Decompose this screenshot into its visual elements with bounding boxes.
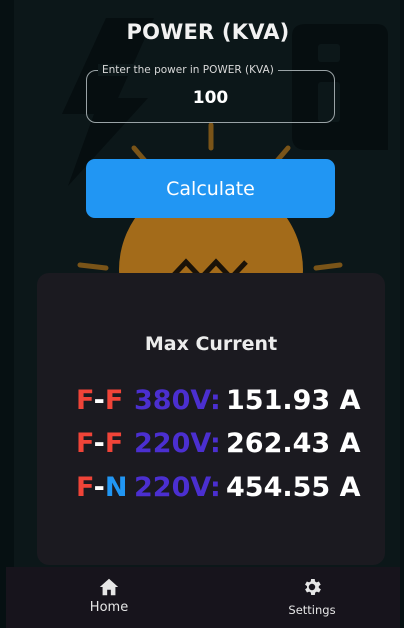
- result-row: F-F 220V: 262.43 A: [76, 428, 361, 462]
- home-icon: [99, 578, 119, 596]
- result-title: Max Current: [144, 333, 278, 355]
- nav-label-home: Home: [89, 600, 129, 615]
- calculate-button[interactable]: Calculate: [86, 159, 335, 218]
- phase-label: F-N: [76, 472, 128, 503]
- power-input-field[interactable]: Enter the power in POWER (KVA) 100: [86, 64, 335, 123]
- phase-label: F-F: [76, 428, 124, 459]
- power-input-value[interactable]: 100: [87, 88, 334, 108]
- bottom-navigation: Home Settings: [6, 567, 400, 628]
- nav-label-settings: Settings: [288, 603, 336, 617]
- phase-label: F-F: [76, 385, 124, 416]
- nav-item-home[interactable]: Home: [39, 567, 179, 628]
- gear-icon: [305, 579, 321, 595]
- voltage-label: 220V:: [134, 472, 221, 503]
- power-input-label: Enter the power in POWER (KVA): [98, 64, 278, 76]
- result-row: F-N 220V: 454.55 A: [76, 472, 361, 506]
- current-value: 262.43 A: [226, 428, 361, 459]
- result-card: Max Current F-F 380V: 151.93 A F-F 220V:…: [37, 273, 385, 565]
- result-row: F-F 380V: 151.93 A: [76, 385, 361, 419]
- nav-item-settings[interactable]: Settings: [242, 567, 382, 628]
- voltage-label: 380V:: [134, 385, 221, 416]
- app-screen: POWER (KVA) Enter the power in POWER (KV…: [0, 0, 404, 628]
- page-title: POWER (KVA): [126, 20, 290, 44]
- current-value: 454.55 A: [226, 472, 361, 503]
- current-value: 151.93 A: [226, 385, 361, 416]
- voltage-label: 220V:: [134, 428, 221, 459]
